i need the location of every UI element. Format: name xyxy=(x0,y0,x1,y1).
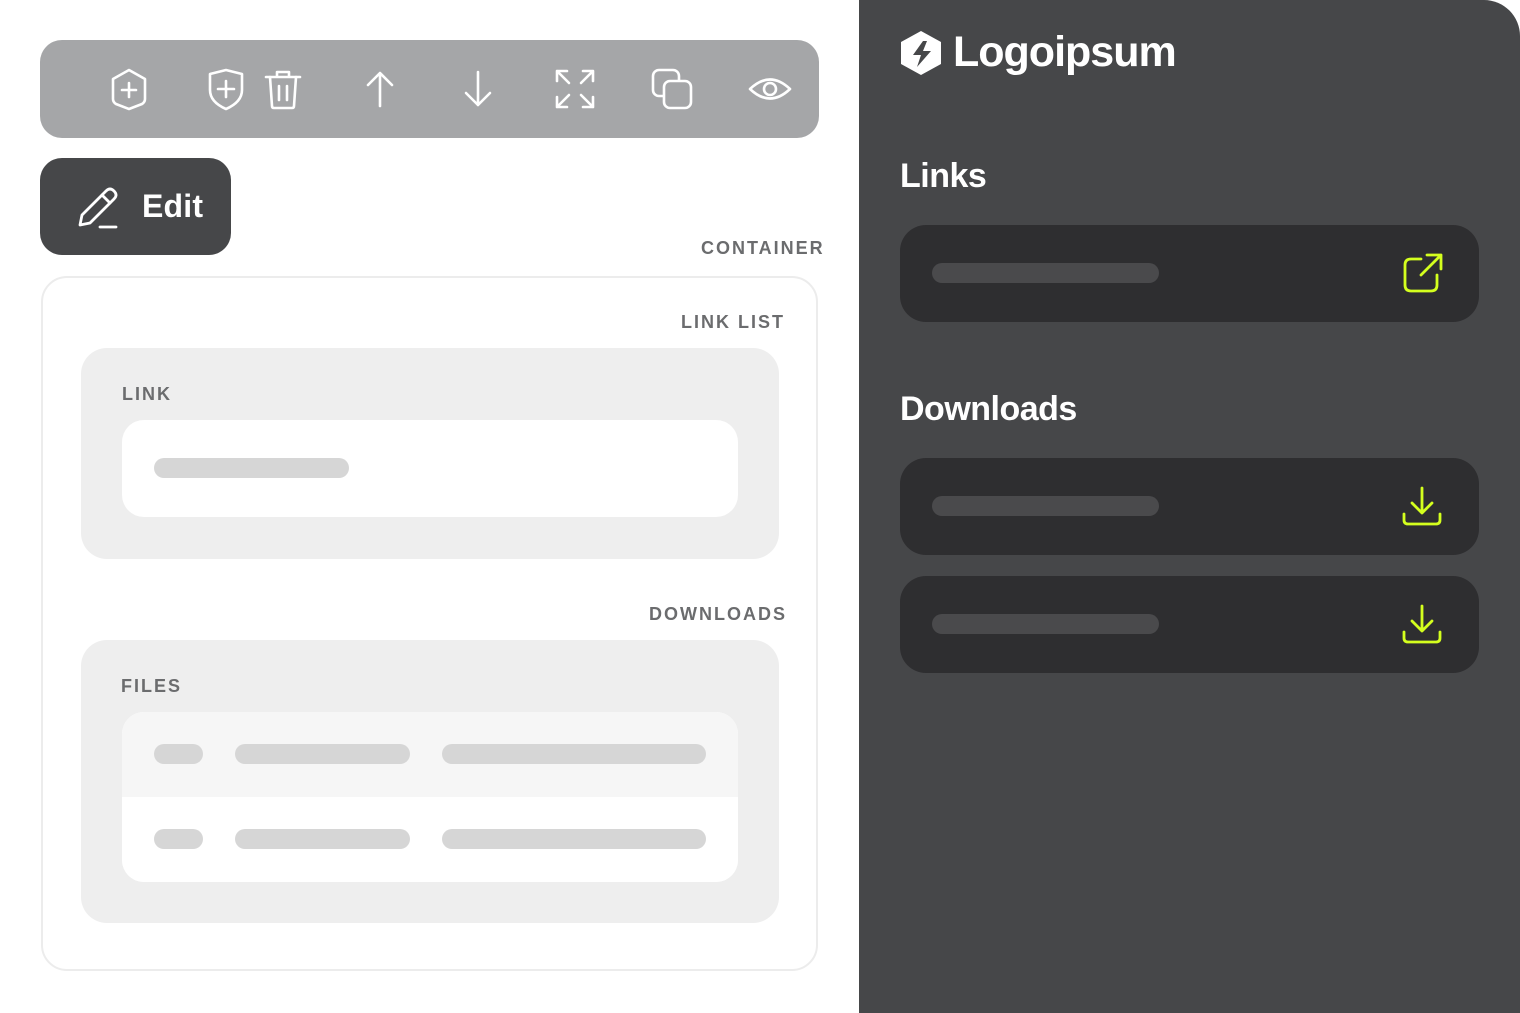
delete-button[interactable] xyxy=(258,64,308,114)
brand-logo: Logoipsum xyxy=(899,28,1177,77)
table-row[interactable] xyxy=(122,712,738,797)
download-icon[interactable] xyxy=(1399,602,1445,648)
downloads-block[interactable]: FILES xyxy=(81,640,779,923)
download-row[interactable] xyxy=(900,576,1479,673)
files-label: FILES xyxy=(121,676,183,696)
file-cell-placeholder xyxy=(154,829,203,849)
link-list-block[interactable]: LINK xyxy=(81,348,779,559)
edit-button[interactable]: Edit xyxy=(40,158,231,255)
expand-icon xyxy=(555,69,595,109)
link-list-label: LINK LIST xyxy=(681,312,785,332)
link-item[interactable] xyxy=(122,420,738,517)
editor-toolbar xyxy=(40,40,819,138)
expand-button[interactable] xyxy=(550,64,600,114)
table-row[interactable] xyxy=(122,797,738,882)
files-table xyxy=(122,712,738,882)
external-link-icon[interactable] xyxy=(1399,251,1445,297)
file-cell-placeholder xyxy=(235,829,410,849)
preview-panel: Logoipsum Links Downloads xyxy=(859,0,1520,1013)
arrow-down-icon xyxy=(464,70,492,107)
move-down-button[interactable] xyxy=(453,64,503,114)
downloads-label: DOWNLOADS xyxy=(649,604,787,624)
file-cell-placeholder xyxy=(442,744,706,764)
file-cell-placeholder xyxy=(235,744,410,764)
download-text-placeholder xyxy=(932,614,1159,634)
file-cell-placeholder xyxy=(442,829,706,849)
preview-button[interactable] xyxy=(745,64,795,114)
duplicate-button[interactable] xyxy=(647,64,697,114)
container-label: CONTAINER xyxy=(701,238,825,258)
hexagon-plus-icon xyxy=(111,68,147,111)
logo-text: Logoipsum xyxy=(953,28,1177,76)
link-label: LINK xyxy=(122,384,172,404)
download-row[interactable] xyxy=(900,458,1479,555)
link-text-placeholder xyxy=(932,263,1159,283)
copy-icon xyxy=(651,68,693,110)
download-text-placeholder xyxy=(932,496,1159,516)
download-icon[interactable] xyxy=(1399,484,1445,530)
pencil-icon xyxy=(78,187,118,228)
move-up-button[interactable] xyxy=(355,64,405,114)
logo-icon xyxy=(901,30,941,75)
add-section-button[interactable] xyxy=(201,64,251,114)
links-title: Links xyxy=(900,157,987,195)
shield-plus-icon xyxy=(208,68,244,111)
trash-icon xyxy=(264,70,302,110)
edit-button-label: Edit xyxy=(142,188,204,224)
arrow-up-icon xyxy=(366,71,394,108)
downloads-title: Downloads xyxy=(900,390,1077,428)
link-row[interactable] xyxy=(900,225,1479,322)
eye-icon xyxy=(748,78,792,100)
link-text-placeholder xyxy=(154,458,349,478)
add-block-button[interactable] xyxy=(104,64,154,114)
file-cell-placeholder xyxy=(154,744,203,764)
container-block[interactable]: LINK LIST LINK DOWNLOADS FILES xyxy=(41,276,818,971)
